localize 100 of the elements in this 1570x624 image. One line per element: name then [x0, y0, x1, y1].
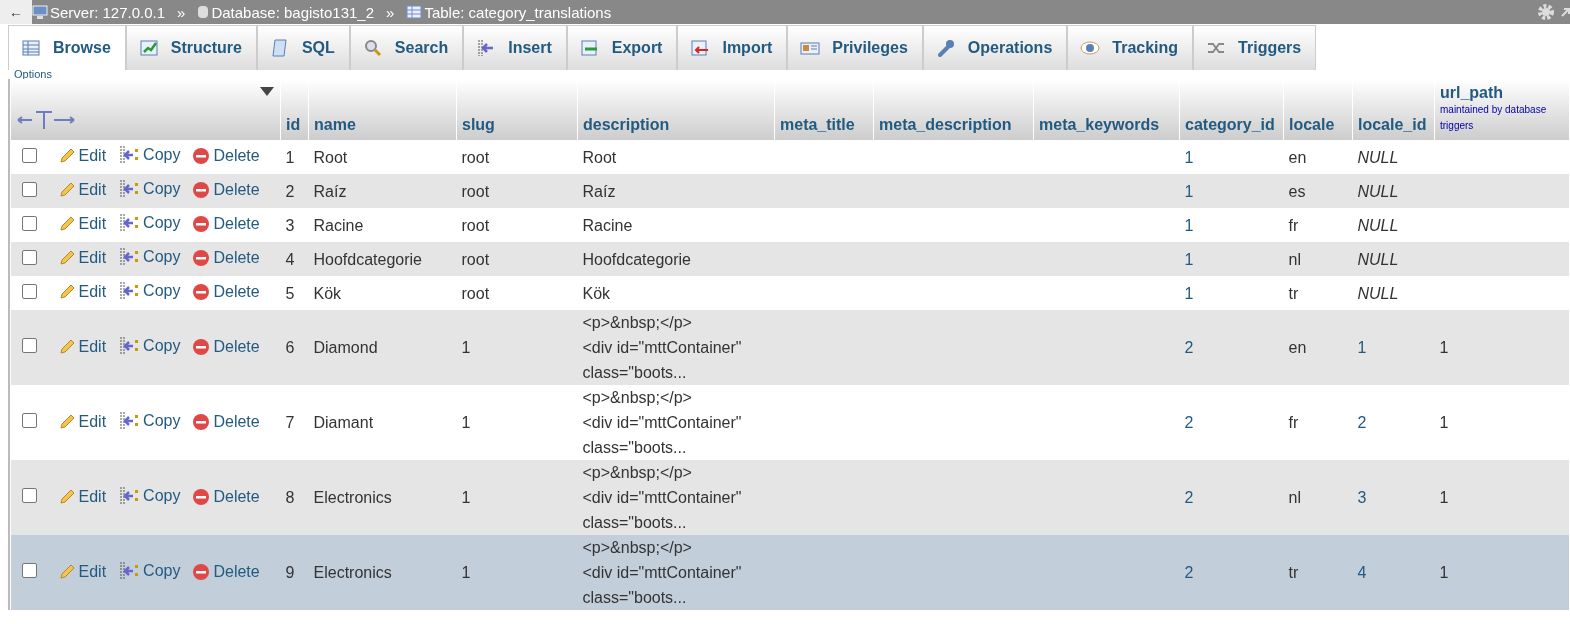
delete-icon [192, 215, 211, 233]
delete-icon [192, 412, 211, 431]
table-cell: Raíz [582, 182, 616, 200]
row-checkbox[interactable] [21, 283, 37, 299]
tab[interactable]: Tracking [1067, 25, 1194, 70]
table-cell: NULL [1357, 216, 1399, 234]
table-cell: 2 [1184, 564, 1194, 581]
pencil-icon [57, 215, 76, 233]
tab[interactable]: Operations [922, 25, 1068, 70]
action-link[interactable]: Copy [143, 282, 181, 300]
table-cell: Hoofdcategorie [313, 250, 422, 268]
action-link[interactable]: Copy [143, 146, 181, 164]
tab[interactable]: Insert [463, 25, 567, 70]
delete-icon [192, 337, 211, 356]
row-checkbox[interactable] [21, 338, 37, 353]
row-checkbox[interactable] [21, 215, 37, 231]
action-link[interactable]: Edit [78, 412, 107, 431]
action-link[interactable]: Delete [213, 412, 260, 431]
action-link[interactable]: Edit [78, 337, 107, 356]
action-link[interactable]: Delete [213, 249, 260, 267]
row-checkbox[interactable] [21, 181, 37, 197]
table-cell: <p>&nbsp;</p> <div id="mttContainer" class="boots... [582, 464, 742, 531]
action-link[interactable]: Delete [213, 147, 260, 165]
table-cell: 1 [285, 148, 295, 166]
action-link[interactable]: Copy [143, 486, 181, 505]
insert-icon [118, 410, 141, 431]
table-cell: Hoofdcategorie [582, 250, 691, 268]
delete-icon [192, 562, 211, 581]
delete-icon [192, 147, 211, 165]
delete-icon [192, 283, 211, 301]
settings-icon[interactable] [1536, 2, 1556, 22]
tab[interactable]: SQL [256, 25, 350, 70]
pencil-icon [57, 487, 76, 506]
breadcrumb-link[interactable]: Database: bagisto131_2 [211, 3, 375, 21]
action-link[interactable]: Delete [213, 337, 260, 356]
pencil-icon [57, 249, 76, 267]
table-cell: 5 [285, 284, 295, 302]
table-cell: 1 [1439, 339, 1449, 356]
row-checkbox[interactable] [21, 488, 37, 503]
table-cell: root [461, 250, 490, 268]
table-cell: 4 [285, 250, 295, 268]
action-link[interactable]: Delete [213, 215, 260, 233]
table-cell: 4 [1357, 564, 1367, 581]
insert-icon [118, 247, 141, 267]
structure-icon [138, 38, 159, 58]
action-link[interactable]: Edit [78, 562, 107, 581]
row-checkbox[interactable] [21, 413, 37, 428]
action-link[interactable]: Copy [143, 214, 181, 232]
table-cell: Diamant [313, 414, 374, 431]
table-cell: 1 [461, 414, 471, 431]
options-link[interactable]: Options [0, 69, 52, 79]
action-link[interactable]: Edit [78, 147, 107, 165]
dropdown-icon[interactable] [260, 87, 274, 96]
eye-icon [1080, 38, 1101, 58]
action-link[interactable]: Copy [143, 411, 181, 430]
action-link[interactable]: Delete [213, 487, 260, 506]
tab[interactable]: Import [677, 25, 788, 70]
table-cell: NULL [1357, 250, 1399, 268]
row-checkbox[interactable] [21, 563, 37, 578]
insert-icon [118, 213, 141, 233]
tab[interactable]: Privileges [787, 25, 923, 70]
tab[interactable]: Search [349, 25, 464, 70]
delete-icon [192, 249, 211, 267]
tab[interactable]: Triggers [1193, 25, 1317, 70]
table-cell: en [1288, 148, 1307, 166]
tab[interactable]: Structure [125, 25, 257, 70]
table-cell: fr [1288, 414, 1299, 431]
action-link[interactable]: Edit [78, 249, 107, 267]
import-icon [690, 38, 711, 58]
search-icon [362, 38, 383, 58]
table-cell: Root [582, 148, 617, 166]
table-cell: 1 [1439, 489, 1449, 506]
action-link[interactable]: Edit [78, 215, 107, 233]
action-link[interactable]: Copy [143, 180, 181, 198]
export-icon [579, 38, 600, 58]
breadcrumb-link[interactable]: Server: 127.0.0.1 [50, 3, 166, 21]
tab[interactable]: Export [566, 25, 678, 70]
action-link[interactable]: Copy [143, 248, 181, 266]
action-link[interactable]: Delete [213, 562, 260, 581]
pencil-icon [57, 412, 76, 431]
tab[interactable]: Browse [8, 25, 126, 70]
action-link[interactable]: Copy [143, 561, 181, 580]
action-link[interactable]: Edit [78, 181, 107, 199]
table-icon [21, 38, 41, 58]
table-cell: 1 [1439, 564, 1449, 581]
action-link[interactable]: Delete [213, 283, 260, 301]
row-checkbox[interactable] [21, 249, 37, 265]
action-link[interactable]: Copy [143, 336, 181, 355]
action-link[interactable]: Edit [78, 487, 107, 506]
table-cell: root [461, 148, 490, 166]
column-name[interactable]: url_path [1440, 84, 1564, 102]
delete-icon [192, 181, 211, 199]
action-link[interactable]: Delete [213, 181, 260, 199]
table-cell: fr [1288, 216, 1299, 234]
breadcrumb-link[interactable]: Table: category_translations [424, 3, 612, 21]
action-link[interactable]: Edit [78, 283, 107, 301]
table-cell: Raíz [313, 182, 347, 200]
pencil-icon [57, 283, 76, 301]
row-checkbox[interactable] [21, 147, 37, 163]
insert-icon [118, 560, 141, 581]
